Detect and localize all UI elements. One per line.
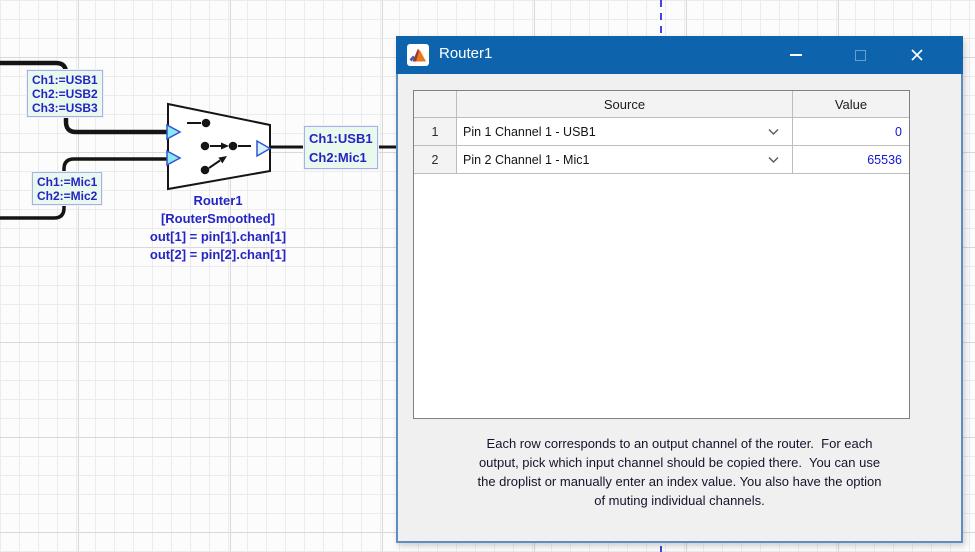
close-button[interactable]	[894, 36, 940, 74]
description-line: output, pick which input channel should …	[406, 453, 953, 472]
maximize-icon	[855, 50, 866, 61]
header-source: Source	[457, 91, 793, 118]
block-annotation: out[1] = pin[1].chan[1]	[128, 228, 308, 246]
router-matrix-table: Source Value 1 Pin 1 Channel 1 - USB1 0 …	[413, 90, 910, 419]
dialog-titlebar[interactable]: Router1	[396, 36, 963, 74]
row-2-source-text: Pin 2 Channel 1 - Mic1	[463, 153, 589, 167]
description-line: of muting individual channels.	[406, 491, 953, 510]
wire-label-usb: Ch1:=USB1 Ch2:=USB2 Ch3:=USB3	[27, 70, 103, 117]
header-index	[414, 91, 457, 118]
wire-label-line: Ch2:=USB2	[32, 87, 98, 101]
wire-label-line: Ch1:USB1	[309, 129, 373, 148]
row-1-source-dropdown[interactable]: Pin 1 Channel 1 - USB1	[457, 118, 793, 146]
header-value: Value	[793, 91, 909, 118]
wire-label-line: Ch1:=USB1	[32, 73, 98, 87]
wire-label-mic: Ch1:=Mic1 Ch2:=Mic2	[32, 172, 102, 205]
wire-label-line: Ch3:=USB3	[32, 101, 98, 115]
row-1-index[interactable]: 1	[414, 118, 457, 146]
wire-label-line: Ch1:=Mic1	[37, 175, 97, 189]
wire-label-output: Ch1:USB1 Ch2:Mic1	[304, 126, 378, 169]
block-name: Router1	[128, 192, 308, 210]
dialog-body: Source Value 1 Pin 1 Channel 1 - USB1 0 …	[398, 74, 961, 541]
block-annotation: out[2] = pin[2].chan[1]	[128, 246, 308, 264]
description-line: the droplist or manually enter an index …	[406, 472, 953, 491]
description-line: Each row corresponds to an output channe…	[406, 434, 953, 453]
table-empty-area	[414, 174, 909, 418]
minimize-button[interactable]	[773, 36, 819, 74]
maximize-button-disabled	[837, 36, 883, 74]
minimize-icon	[790, 54, 802, 56]
dialog-description: Each row corresponds to an output channe…	[406, 434, 953, 510]
dropdown-chevron-icon[interactable]	[768, 128, 779, 135]
close-icon	[909, 47, 925, 63]
row-1-source-text: Pin 1 Channel 1 - USB1	[463, 125, 596, 139]
dialog-title: Router1	[439, 45, 492, 62]
matlab-icon	[407, 44, 429, 66]
row-2-index[interactable]: 2	[414, 146, 457, 174]
block-type: [RouterSmoothed]	[128, 210, 308, 228]
wire-label-line: Ch2:Mic1	[309, 148, 373, 167]
dropdown-chevron-icon[interactable]	[768, 156, 779, 163]
row-2-value-input[interactable]: 65536	[793, 146, 909, 174]
row-2-source-dropdown[interactable]: Pin 2 Channel 1 - Mic1	[457, 146, 793, 174]
row-1-value-input[interactable]: 0	[793, 118, 909, 146]
wire-label-line: Ch2:=Mic2	[37, 189, 97, 203]
router1-dialog: Router1 Source Value 1 Pin 1 Channel 1 -…	[396, 36, 963, 543]
router-block-caption: Router1 [RouterSmoothed] out[1] = pin[1]…	[128, 192, 308, 264]
